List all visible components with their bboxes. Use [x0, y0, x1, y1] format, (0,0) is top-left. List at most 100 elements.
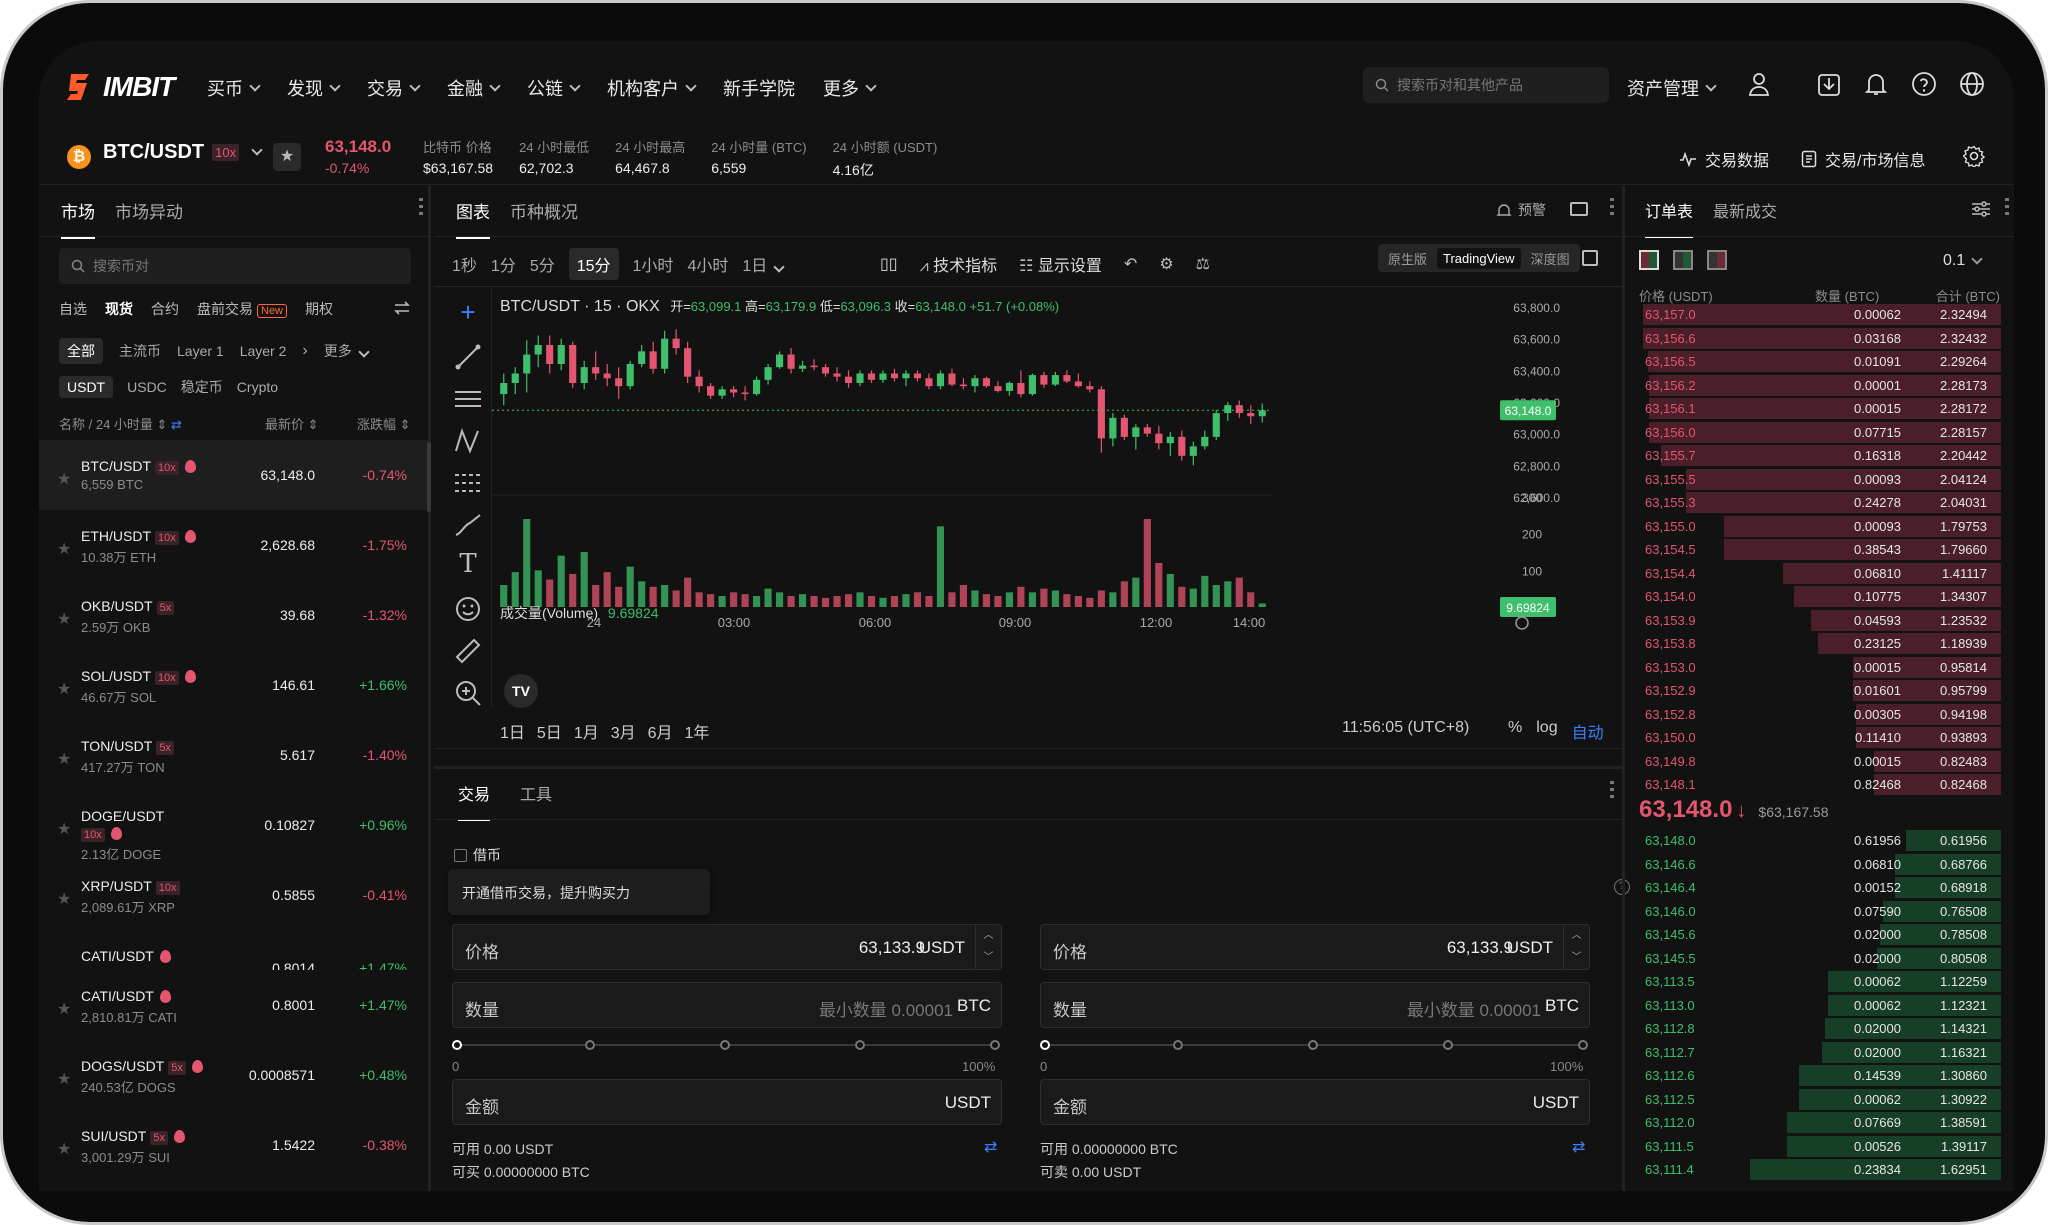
ask-row[interactable]: 63,154.4 0.06810 1.41117 — [1631, 562, 2001, 586]
sell-amount-field[interactable]: 金额 USDT — [1040, 1079, 1590, 1125]
ask-row[interactable]: 63,150.0 0.11410 0.93893 — [1631, 726, 2001, 750]
market-row[interactable]: ★ OKB/USDT 5x 2.59万 OKB 39.68 -1.32% — [39, 580, 429, 650]
bid-row[interactable]: 63,146.4 0.00152 0.68918 — [1631, 876, 2001, 900]
bid-row[interactable]: 63,111.5 0.00526 1.39117 — [1631, 1135, 2001, 1159]
ask-row[interactable]: 63,152.8 0.00305 0.94198 — [1631, 703, 2001, 727]
bid-row[interactable]: 63,148.0 0.61956 0.61956 — [1631, 829, 2001, 853]
global-search-input[interactable]: 搜索币对和其他产品 — [1363, 67, 1609, 103]
chevron-right-icon[interactable]: › — [302, 342, 307, 360]
bid-row[interactable]: 63,145.5 0.02000 0.80508 — [1631, 947, 2001, 971]
sell-transfer-icon[interactable]: ⇄ — [1572, 1137, 1585, 1157]
ask-row[interactable]: 63,156.2 0.00001 2.28173 — [1631, 374, 2001, 398]
buy-quantity-field[interactable]: 数量 最小数量 0.00001 BTC — [452, 982, 1002, 1028]
buy-amount-field[interactable]: 金额 USDT — [452, 1079, 1002, 1125]
bid-row[interactable]: 63,113.0 0.00062 1.12321 — [1631, 994, 2001, 1018]
brush-icon[interactable] — [452, 509, 484, 541]
sell-price-field[interactable]: 价格 63,133.9 USDT ︿ ﹀ — [1040, 924, 1590, 970]
horizontal-lines-icon[interactable] — [452, 383, 484, 415]
bid-row[interactable]: 63,112.0 0.07669 1.38591 — [1631, 1111, 2001, 1135]
tab-tools[interactable]: 工具 — [520, 781, 552, 821]
market-list-scrollbar[interactable] — [427, 442, 431, 512]
sell-percent-slider[interactable] — [1040, 1035, 1590, 1055]
auto-scale-toggle[interactable]: 自动 — [1572, 719, 1604, 743]
star-icon[interactable]: ★ — [57, 682, 73, 698]
view-mode-option[interactable]: 原生版 — [1382, 246, 1433, 271]
bell-icon[interactable] — [1864, 71, 1888, 97]
ask-row[interactable]: 63,153.8 0.23125 1.18939 — [1631, 632, 2001, 656]
ask-row[interactable]: 63,156.0 0.07715 2.28157 — [1631, 421, 2001, 445]
nav-item-6[interactable]: 新手学院 — [723, 75, 795, 101]
nav-item-4[interactable]: 公链 — [527, 75, 581, 101]
market-row[interactable]: ★ DOGE/USDT 10x 2.13亿 DOGE 0.10827 +0.96% — [39, 790, 429, 862]
alert-button[interactable]: 预警 — [1496, 200, 1546, 220]
category-tab[interactable]: 全部 — [59, 338, 103, 364]
bid-row[interactable]: 63,112.5 0.00062 1.30922 — [1631, 1088, 2001, 1112]
range-option[interactable]: 3月 — [611, 719, 636, 743]
market-type-tab[interactable]: 自选 — [59, 299, 87, 319]
tab-chart[interactable]: 图表 — [456, 198, 490, 239]
ask-row[interactable]: 63,154.5 0.38543 1.79660 — [1631, 538, 2001, 562]
zoom-in-icon[interactable] — [452, 677, 484, 709]
col-price-header[interactable]: 最新价 ⇕ — [265, 414, 319, 433]
market-type-tab[interactable]: 合约 — [151, 299, 179, 319]
logo[interactable]: IMBIT — [65, 71, 175, 103]
interval-option[interactable]: 1分 — [491, 252, 516, 276]
download-icon[interactable] — [1817, 71, 1841, 97]
ask-row[interactable]: 63,153.0 0.00015 0.95814 — [1631, 656, 2001, 680]
ask-row[interactable]: 63,148.1 0.82468 0.82468 — [1631, 773, 2001, 797]
range-option[interactable]: 5日 — [537, 719, 562, 743]
nav-item-2[interactable]: 交易 — [367, 75, 421, 101]
ask-row[interactable]: 63,157.0 0.00062 2.32494 — [1631, 303, 2001, 327]
nav-item-1[interactable]: 发现 — [287, 75, 341, 101]
quote-tab[interactable]: USDC — [127, 379, 167, 395]
ask-row[interactable]: 63,156.1 0.00015 2.28172 — [1631, 397, 2001, 421]
ask-row[interactable]: 63,156.6 0.03168 2.32432 — [1631, 327, 2001, 351]
star-icon[interactable]: ★ — [57, 472, 73, 488]
interval-option[interactable]: 1小时 — [633, 252, 674, 276]
interval-option[interactable]: 1日 — [742, 252, 785, 276]
panel-menu-icon[interactable] — [419, 198, 423, 216]
display-settings-button[interactable]: ☷ 显示设置 — [1019, 252, 1102, 276]
market-info-button[interactable]: 交易/市场信息 — [1801, 147, 1925, 171]
ask-row[interactable]: 63,153.9 0.04593 1.23532 — [1631, 609, 2001, 633]
tab-trade[interactable]: 交易 — [458, 781, 491, 821]
panel-menu-icon[interactable] — [1610, 781, 1614, 799]
ask-row[interactable]: 63,155.3 0.24278 2.04031 — [1631, 491, 2001, 515]
interval-option[interactable]: 5分 — [530, 252, 555, 276]
market-row[interactable]: ★ BTC/USDT 10x 6,559 BTC 63,148.0 -0.74% — [39, 440, 429, 510]
layout-icon[interactable] — [1570, 202, 1588, 216]
range-option[interactable]: 6月 — [648, 719, 673, 743]
view-mode-option[interactable]: TradingView — [1437, 247, 1521, 269]
fib-icon[interactable] — [452, 467, 484, 499]
market-type-tab[interactable]: 盘前交易 New — [197, 299, 288, 319]
market-row[interactable]: ★CATI/USDT0.8014+1.47% — [39, 930, 429, 970]
crosshair-icon[interactable]: + — [452, 297, 484, 329]
bid-row[interactable]: 63,113.5 0.00062 1.12259 — [1631, 970, 2001, 994]
ask-row[interactable]: 63,154.0 0.10775 1.34307 — [1631, 585, 2001, 609]
bid-row[interactable]: 63,112.7 0.02000 1.16321 — [1631, 1041, 2001, 1065]
tab-market[interactable]: 市场 — [61, 198, 95, 239]
pattern-icon[interactable] — [452, 425, 484, 457]
ask-row[interactable]: 63,149.8 0.00015 0.82483 — [1631, 750, 2001, 774]
col-change-header[interactable]: 涨跌幅 ⇕ — [357, 414, 411, 433]
quote-tab[interactable]: 稳定币 — [181, 377, 223, 397]
ruler-icon[interactable] — [452, 635, 484, 667]
market-row[interactable]: ★ SUI/USDT 5x 3,001.29万 SUI 1.5422 -0.38% — [39, 1110, 429, 1180]
star-icon[interactable]: ★ — [57, 752, 73, 768]
bid-row[interactable]: 63,112.6 0.14539 1.30860 — [1631, 1064, 2001, 1088]
market-row[interactable]: ★ XRP/USDT 10x 2,089.61万 XRP 0.5855 -0.41% — [39, 860, 429, 930]
category-tab[interactable]: 更多 — [324, 341, 370, 361]
sell-quantity-field[interactable]: 数量 最小数量 0.00001 BTC — [1040, 982, 1590, 1028]
panel-menu-icon[interactable] — [2005, 198, 2009, 216]
quote-tab[interactable]: USDT — [59, 376, 114, 398]
price-stepper[interactable]: ︿ ﹀ — [1563, 925, 1589, 969]
user-icon[interactable] — [1747, 71, 1771, 97]
indicators-button[interactable]: ⩘ 技术指标 — [920, 252, 998, 276]
text-tool-icon[interactable]: T — [452, 549, 484, 581]
trend-line-icon[interactable] — [452, 341, 484, 373]
tab-market-movers[interactable]: 市场异动 — [115, 198, 183, 239]
market-type-tab[interactable]: 现货 — [105, 299, 133, 319]
ask-row[interactable]: 63,156.5 0.01091 2.29264 — [1631, 350, 2001, 374]
candle-type-icon[interactable]: ▯▯ — [880, 254, 898, 274]
filter-settings-icon[interactable] — [1971, 200, 1991, 218]
